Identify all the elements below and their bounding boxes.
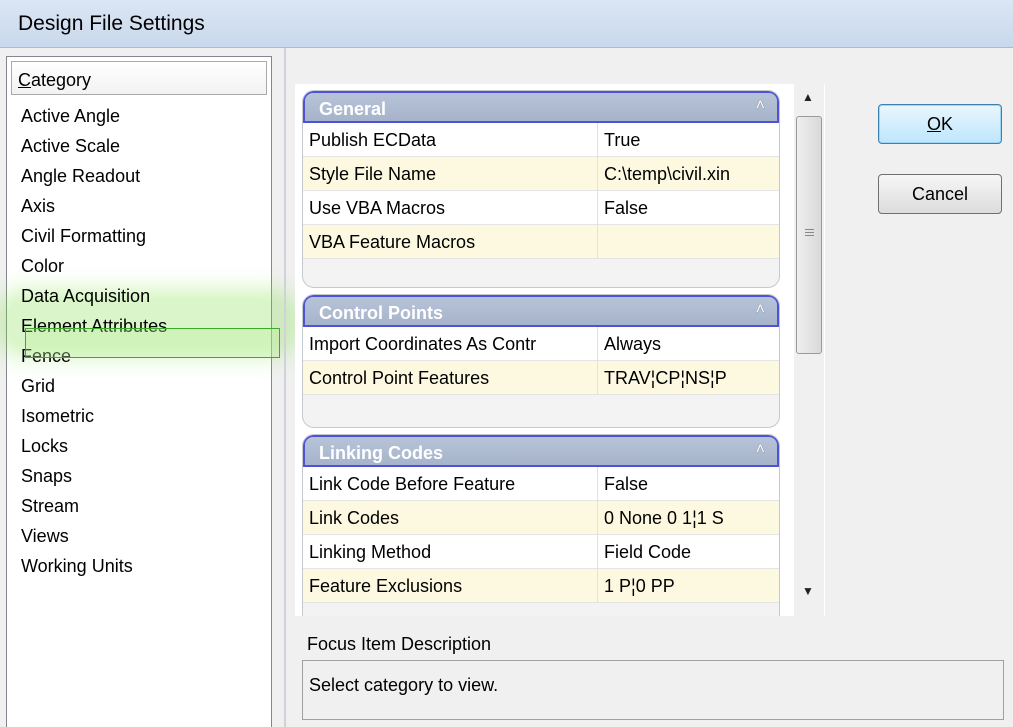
- property-name: VBA Feature Macros: [303, 225, 598, 258]
- window-title: Design File Settings: [18, 12, 205, 35]
- group-control-points-title: Control Points: [319, 303, 443, 323]
- property-row[interactable]: Style File Name C:\temp\civil.xin: [303, 157, 779, 191]
- property-name: Style File Name: [303, 157, 598, 190]
- collapse-icon[interactable]: ˄: [756, 441, 765, 459]
- title-bar: Design File Settings: [0, 0, 1013, 48]
- scroll-down-arrow-icon[interactable]: ▼: [802, 584, 814, 598]
- property-grid-scrollbar[interactable]: ▲ ▼: [794, 84, 824, 616]
- group-linking-codes-header[interactable]: Linking Codes ˄: [303, 435, 779, 467]
- category-header-label: ategory: [31, 70, 92, 90]
- grip-icon: [805, 229, 814, 238]
- property-name: Import Coordinates As Contr: [303, 327, 598, 360]
- property-row[interactable]: Feature Exclusions 1 P¦0 PP: [303, 569, 779, 603]
- group-linking-codes: Linking Codes ˄ Link Code Before Feature…: [302, 434, 780, 616]
- property-name: Feature Exclusions: [303, 569, 598, 602]
- scroll-up-arrow-icon[interactable]: ▲: [802, 90, 814, 104]
- property-grid: General ˄ Publish ECData True Style File…: [295, 84, 825, 616]
- property-row[interactable]: Linking Method Field Code: [303, 535, 779, 569]
- group-general-title: General: [319, 99, 387, 119]
- category-item-stream[interactable]: Stream: [21, 491, 269, 521]
- property-row[interactable]: Use VBA Macros False: [303, 191, 779, 225]
- selected-category-box: [25, 328, 280, 358]
- category-item-civil-formatting[interactable]: Civil Formatting: [21, 221, 269, 251]
- property-value[interactable]: False: [598, 191, 779, 224]
- group-control-points-header[interactable]: Control Points ˄: [303, 295, 779, 327]
- focus-description-label: Focus Item Description: [307, 634, 492, 654]
- category-header-accel: C: [18, 70, 31, 90]
- focus-description-text: Select category to view.: [309, 675, 499, 695]
- category-item-views[interactable]: Views: [21, 521, 269, 551]
- property-row[interactable]: Publish ECData True: [303, 123, 779, 157]
- property-value[interactable]: C:\temp\civil.xin: [598, 157, 779, 190]
- dialog-client: Category Active Angle Active Scale Angle…: [0, 48, 1013, 727]
- category-item-color[interactable]: Color: [21, 251, 269, 281]
- category-item-locks[interactable]: Locks: [21, 431, 269, 461]
- property-name: Linking Method: [303, 535, 598, 568]
- category-list[interactable]: Category Active Angle Active Scale Angle…: [6, 56, 289, 727]
- focus-description-box: Select category to view.: [302, 660, 1004, 720]
- category-item-isometric[interactable]: Isometric: [21, 401, 269, 431]
- property-name: Link Codes: [303, 501, 598, 534]
- category-item-axis[interactable]: Axis: [21, 191, 269, 221]
- collapse-icon[interactable]: ˄: [756, 97, 765, 115]
- property-value[interactable]: 0 None 0 1¦1 S: [598, 501, 779, 534]
- property-row[interactable]: VBA Feature Macros: [303, 225, 779, 259]
- group-general-header[interactable]: General ˄: [303, 91, 779, 123]
- category-item-angle-readout[interactable]: Angle Readout: [21, 161, 269, 191]
- property-value[interactable]: True: [598, 123, 779, 156]
- category-item-working-units[interactable]: Working Units: [21, 551, 269, 581]
- property-row[interactable]: Import Coordinates As Contr Always: [303, 327, 779, 361]
- property-value[interactable]: False: [598, 467, 779, 500]
- pane-splitter[interactable]: [284, 48, 286, 727]
- group-linking-codes-title: Linking Codes: [319, 443, 444, 463]
- property-name: Publish ECData: [303, 123, 598, 156]
- group-general: General ˄ Publish ECData True Style File…: [302, 90, 780, 288]
- category-item-snaps[interactable]: Snaps: [21, 461, 269, 491]
- category-item-active-angle[interactable]: Active Angle: [21, 101, 269, 131]
- property-value[interactable]: TRAV¦CP¦NS¦P: [598, 361, 779, 394]
- property-row[interactable]: Link Codes 0 None 0 1¦1 S: [303, 501, 779, 535]
- scrollbar-thumb[interactable]: [796, 116, 822, 354]
- ok-accel: O: [926, 114, 941, 134]
- ok-label: K: [941, 114, 954, 134]
- property-value[interactable]: Field Code: [598, 535, 779, 568]
- cancel-button[interactable]: Cancel: [878, 174, 1002, 214]
- property-name: Link Code Before Feature: [303, 467, 598, 500]
- category-item-data-acquisition[interactable]: Data Acquisition: [21, 281, 269, 311]
- property-value[interactable]: Always: [598, 327, 779, 360]
- category-items: Active Angle Active Scale Angle Readout …: [21, 101, 280, 581]
- property-name: Use VBA Macros: [303, 191, 598, 224]
- category-item-grid[interactable]: Grid: [21, 371, 269, 401]
- property-value[interactable]: [598, 225, 779, 258]
- ok-button[interactable]: OK: [878, 104, 1002, 144]
- group-control-points: Control Points ˄ Import Coordinates As C…: [302, 294, 780, 428]
- property-name: Control Point Features: [303, 361, 598, 394]
- collapse-icon[interactable]: ˄: [756, 301, 765, 319]
- property-row[interactable]: Control Point Features TRAV¦CP¦NS¦P: [303, 361, 779, 395]
- category-header[interactable]: Category: [11, 61, 267, 95]
- category-item-active-scale[interactable]: Active Scale: [21, 131, 269, 161]
- property-value[interactable]: 1 P¦0 PP: [598, 569, 779, 602]
- property-row[interactable]: Link Code Before Feature False: [303, 467, 779, 501]
